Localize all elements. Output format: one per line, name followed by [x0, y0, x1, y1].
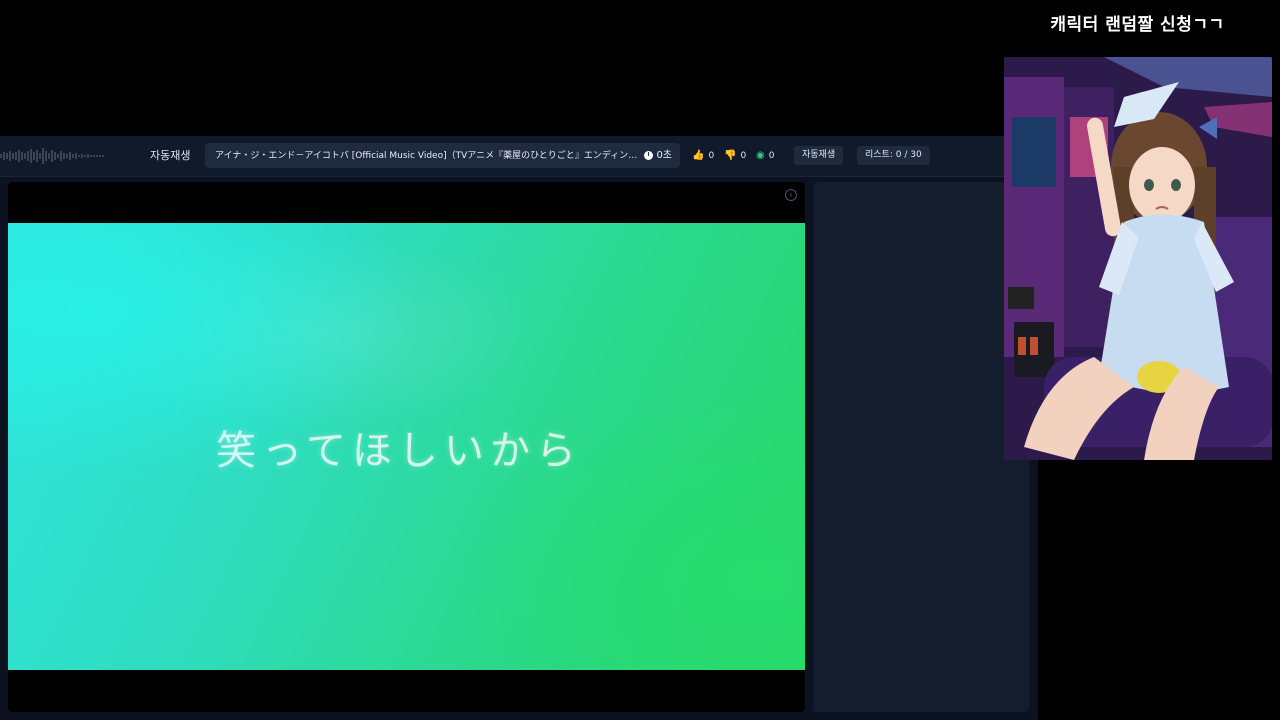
- overlay-title: 캐릭터 랜덤짤 신청ㄱㄱ: [1050, 15, 1225, 35]
- side-panel: [813, 182, 1029, 712]
- views-stat: ◉ 0: [756, 149, 774, 163]
- thumbs-down-icon: 👎: [724, 150, 737, 161]
- duration-value: 0초: [656, 150, 672, 161]
- player-container: 자동재생 アイナ・ジ・エンド－アイコトバ [Official Music Vid…: [0, 136, 1038, 720]
- duration: 0초: [644, 148, 672, 163]
- views-count: 0: [768, 151, 775, 161]
- character-image: [1004, 57, 1272, 460]
- autoplay-button[interactable]: 자동재생: [794, 146, 844, 165]
- like-count: 0: [708, 151, 715, 161]
- now-playing-title[interactable]: アイナ・ジ・エンド－アイコトバ [Official Music Video]（T…: [205, 143, 680, 168]
- like-stat[interactable]: 👍 0: [692, 149, 714, 163]
- eye-icon: ◉: [756, 150, 765, 161]
- thumbs-up-icon: 👍: [692, 150, 705, 161]
- track-title: アイナ・ジ・エンド－アイコトバ [Official Music Video]（T…: [215, 151, 640, 161]
- dislike-count: 0: [740, 151, 747, 161]
- autoplay-label: 자동재생: [150, 149, 191, 162]
- info-icon[interactable]: i: [785, 189, 797, 201]
- video-player[interactable]: i 笑ってほしいから: [8, 182, 805, 712]
- video-lyric: 笑ってほしいから: [216, 428, 582, 474]
- clock-icon: [644, 151, 654, 160]
- video-frame: 笑ってほしいから: [8, 223, 805, 670]
- waveform-icon: [0, 148, 104, 164]
- playlist-button[interactable]: 리스트: 0 / 30: [857, 146, 930, 165]
- player-topbar: 자동재생 アイナ・ジ・エンド－アイコトバ [Official Music Vid…: [0, 136, 1038, 177]
- dislike-stat[interactable]: 👎 0: [724, 149, 746, 163]
